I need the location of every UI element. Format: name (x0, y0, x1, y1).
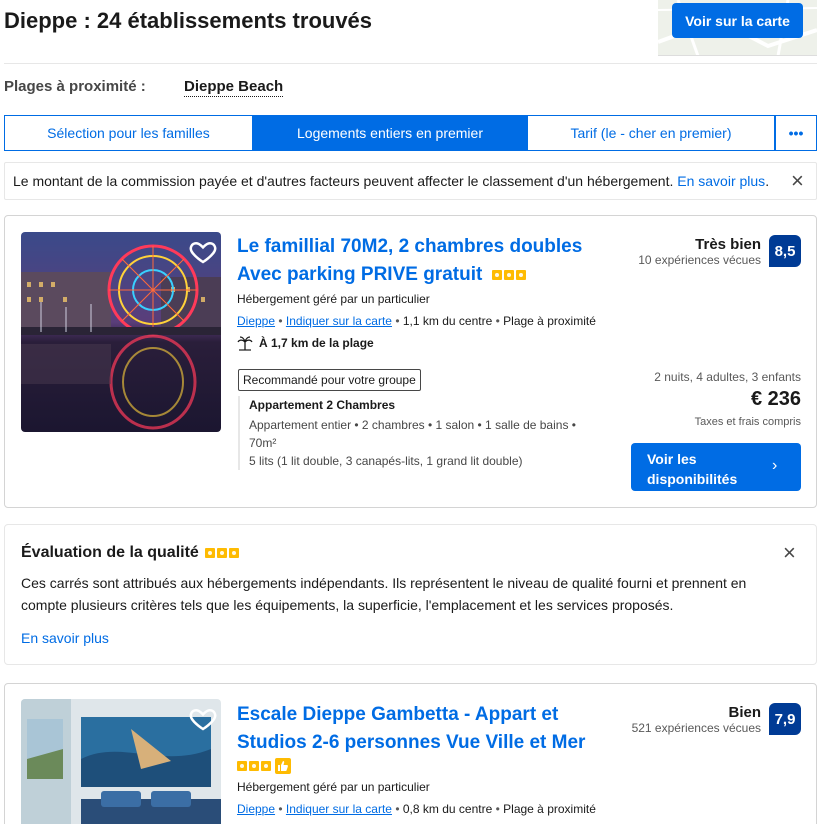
heart-icon[interactable] (188, 704, 218, 734)
cta-line1: Voir les (647, 451, 697, 467)
quality-header: Évaluation de la qualité (21, 544, 239, 562)
quality-row-2 (237, 758, 291, 774)
property-title-1-line1[interactable]: Le famillial 70M2, 2 chambres doubles (237, 233, 627, 261)
quality-squares-2[interactable] (237, 761, 271, 771)
beach-nearby-2: Plage à proximité (503, 802, 596, 816)
more-sort-options-button[interactable]: ••• (775, 115, 817, 151)
review-score-badge-1[interactable]: 8,5 (769, 235, 801, 267)
quality-square-icon (237, 761, 247, 771)
price-1: € 236 (750, 388, 801, 410)
review-block-1[interactable]: Très bien 10 expériences vécues (600, 236, 761, 267)
property-title-2-line2[interactable]: Studios 2-6 personnes Vue Ville et Mer (237, 729, 627, 757)
quality-square-icon (491, 269, 502, 280)
heart-icon[interactable] (188, 237, 218, 267)
review-count-2: 521 expériences vécues (631, 721, 761, 735)
quality-squares-1[interactable] (491, 269, 526, 280)
beach-distance-1: À 1,7 km de la plage (259, 336, 374, 350)
host-type-2: Hébergement géré par un particulier (237, 780, 430, 794)
show-on-map-link-2[interactable]: Indiquer sur la carte (286, 802, 392, 816)
close-icon[interactable]: × (791, 170, 804, 192)
review-block-2[interactable]: Bien 521 expériences vécues (600, 704, 761, 735)
sort-bar: Sélection pour les familles Logements en… (4, 115, 817, 151)
review-word-2: Bien (728, 704, 761, 721)
city-link-2[interactable]: Dieppe (237, 802, 275, 816)
stay-info-1: 2 nuits, 4 adultes, 3 enfants (654, 370, 801, 384)
distance-center-2: 0,8 km du centre (402, 802, 493, 816)
unit-size-1: 70m² (249, 436, 277, 450)
property-title-1[interactable]: Le famillial 70M2, 2 chambres doubles Av… (237, 233, 627, 289)
beach-link-dieppe[interactable]: Dieppe Beach (184, 78, 284, 97)
quality-squares-info (204, 548, 239, 558)
quality-learn-more-link[interactable]: En savoir plus (21, 630, 109, 646)
header-divider (4, 63, 817, 64)
unit-name-1: Appartement 2 Chambres (249, 398, 396, 412)
quality-square-icon (228, 548, 239, 558)
property-title-1-line2[interactable]: Avec parking PRIVE gratuit (237, 264, 482, 285)
cta-line2: disponibilités (647, 471, 738, 487)
show-on-map-link-1[interactable]: Indiquer sur la carte (286, 314, 392, 328)
thumbs-up-icon[interactable] (275, 758, 291, 774)
view-on-map-button[interactable]: Voir sur la carte (672, 3, 803, 38)
quality-title: Évaluation de la qualité (21, 544, 199, 561)
recommended-badge-1: Recommandé pour votre groupe (238, 369, 421, 391)
host-type-1: Hébergement géré par un particulier (237, 292, 430, 306)
sort-tab-price-low[interactable]: Tarif (le - cher en premier) (527, 115, 775, 151)
page-title: Dieppe : 24 établissements trouvés (4, 8, 373, 33)
notice-learn-more-link[interactable]: En savoir plus (677, 173, 765, 189)
distance-center-1: 1,1 km du centre (402, 314, 493, 328)
review-count-1: 10 expériences vécues (638, 253, 761, 267)
quality-square-icon (204, 548, 215, 558)
review-score-badge-2[interactable]: 7,9 (769, 703, 801, 735)
location-row-2: Dieppe • Indiquer sur la carte • 0,8 km … (237, 802, 596, 816)
unit-desc-1: Appartement entier • 2 chambres • 1 salo… (249, 418, 576, 432)
quality-square-icon (515, 269, 526, 280)
city-link-1[interactable]: Dieppe (237, 314, 275, 328)
quality-square-icon (249, 761, 259, 771)
palm-tree-icon (237, 336, 253, 351)
beach-nearby-1: Plage à proximité (503, 314, 596, 328)
ranking-notice: Le montant de la commission payée et d'a… (4, 162, 817, 200)
sort-tab-entire-homes[interactable]: Logements entiers en premier (253, 115, 527, 151)
location-row-1: Dieppe • Indiquer sur la carte • 1,1 km … (237, 314, 596, 328)
review-word-1: Très bien (695, 236, 761, 253)
notice-text: Le montant de la commission payée et d'a… (13, 173, 674, 189)
property-title-2-line1[interactable]: Escale Dieppe Gambetta - Appart et (237, 701, 627, 729)
quality-square-icon (216, 548, 227, 558)
chevron-right-icon: › (772, 457, 778, 474)
quality-text: Ces carrés sont attribués aux hébergemen… (21, 575, 747, 613)
notice-period: . (765, 173, 770, 189)
unit-beds-1: 5 lits (1 lit double, 3 canapés-lits, 1 … (249, 454, 523, 468)
nearby-beaches-label: Plages à proximité : (4, 78, 146, 95)
beach-distance-row-1: À 1,7 km de la plage (237, 335, 374, 351)
sort-tab-families[interactable]: Sélection pour les familles (4, 115, 253, 151)
close-icon[interactable]: × (783, 542, 796, 564)
property-title-2[interactable]: Escale Dieppe Gambetta - Appart et Studi… (237, 701, 627, 757)
quality-square-icon (261, 761, 271, 771)
quality-square-icon (503, 269, 514, 280)
taxes-note-1: Taxes et frais compris (694, 416, 801, 428)
unit-details-1: Appartement 2 Chambres Appartement entie… (238, 396, 598, 470)
